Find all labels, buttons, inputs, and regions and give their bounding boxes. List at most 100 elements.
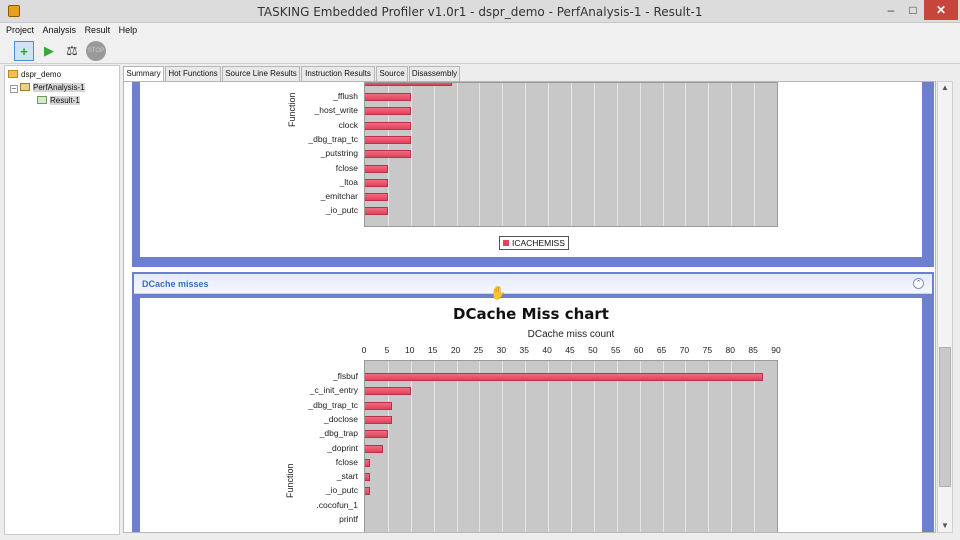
maximize-button[interactable]: □ <box>902 0 924 20</box>
bar[interactable] <box>365 473 370 482</box>
bar[interactable] <box>365 93 411 101</box>
folder-icon <box>8 70 18 78</box>
tick-label: 0 <box>361 345 367 355</box>
bar[interactable] <box>365 458 370 467</box>
gridline <box>640 83 641 226</box>
dcache-section-header[interactable]: DCache misses ⌃ <box>134 274 932 294</box>
menu-project[interactable]: Project <box>0 23 34 35</box>
tab-disassembly[interactable]: Disassembly <box>409 66 460 81</box>
bar[interactable] <box>365 415 392 424</box>
tick-label: 85 <box>748 345 758 355</box>
dcache-xlabel: DCache miss count <box>527 329 615 340</box>
bar[interactable] <box>365 193 388 202</box>
scroll-thumb[interactable] <box>939 347 951 487</box>
tick-label: 30 <box>496 345 507 355</box>
bar[interactable] <box>365 401 392 410</box>
menu-help[interactable]: Help <box>113 23 138 35</box>
tick-label: 50 <box>588 345 598 355</box>
icache-plot-area <box>364 82 778 227</box>
stop-icon[interactable]: STOP <box>86 41 106 61</box>
gridline <box>663 361 664 532</box>
gridline <box>502 83 503 226</box>
icache-legend-label: ICACHEMISS <box>512 238 565 248</box>
vertical-scrollbar[interactable]: ▲ ▼ <box>937 81 953 533</box>
hand-cursor-icon: ✋ <box>490 285 507 300</box>
gridline <box>708 361 709 532</box>
category-label: _flsbuf <box>332 371 358 381</box>
category-label: _ltoa <box>339 176 358 187</box>
gridline <box>640 361 641 532</box>
bar[interactable] <box>365 83 452 86</box>
bar[interactable] <box>365 107 411 116</box>
new-analysis-icon[interactable]: + <box>14 41 34 61</box>
bar[interactable] <box>365 178 388 187</box>
bar[interactable] <box>365 150 411 159</box>
bar[interactable] <box>365 487 370 496</box>
collapse-icon[interactable]: – <box>10 85 18 93</box>
gridline <box>479 361 480 532</box>
tree-item-analysis[interactable]: – PerfAnalysis-1 <box>10 82 85 94</box>
scroll-down-icon[interactable]: ▼ <box>938 520 952 532</box>
run-icon[interactable]: ▶ <box>39 41 59 61</box>
bar[interactable] <box>365 135 411 144</box>
gridline <box>685 361 686 532</box>
minimize-button[interactable]: – <box>880 0 902 20</box>
tick-label: 80 <box>725 345 735 355</box>
compare-icon[interactable]: ⚖ <box>62 41 82 61</box>
collapse-up-icon[interactable]: ⌃ <box>913 278 924 289</box>
bar[interactable] <box>365 444 383 453</box>
tick-label: 35 <box>519 345 529 355</box>
title-bar: TASKING Embedded Profiler v1.0r1 - dspr_… <box>0 0 960 23</box>
summary-content: Function _fflush _host_write clock _dbg_tra… <box>123 81 936 533</box>
tree-analysis-label: PerfAnalysis-1 <box>33 83 85 92</box>
gridline <box>434 361 435 532</box>
tab-summary[interactable]: Summary <box>123 66 164 82</box>
tree-project-label: dspr_demo <box>21 70 62 79</box>
tick-label: 55 <box>611 345 621 355</box>
gridline <box>548 83 549 226</box>
tab-source[interactable]: Source <box>376 66 408 81</box>
tab-hot-functions[interactable]: Hot Functions <box>165 66 221 81</box>
menu-result[interactable]: Result <box>79 23 111 35</box>
tab-instruction-results[interactable]: Instruction Results <box>301 66 375 81</box>
category-label: .cocofun_1 <box>316 499 358 510</box>
dcache-section-title: DCache misses <box>142 279 209 289</box>
gridline <box>754 83 755 226</box>
category-label: _io_putc <box>325 205 358 216</box>
gridline <box>502 361 503 532</box>
bar[interactable] <box>365 164 388 173</box>
scroll-up-icon[interactable]: ▲ <box>938 82 952 94</box>
tree-item-result[interactable]: Result-1 <box>37 95 80 107</box>
bar[interactable] <box>365 387 411 396</box>
gridline <box>708 83 709 226</box>
tick-label: 90 <box>771 345 781 355</box>
close-button[interactable]: ✕ <box>924 0 958 20</box>
tick-label: 25 <box>473 345 484 355</box>
tick-label: 15 <box>427 345 438 355</box>
gridline <box>594 361 595 532</box>
bar[interactable] <box>365 373 763 381</box>
analysis-icon <box>20 83 30 91</box>
gridline <box>594 83 595 226</box>
tab-source-line-results[interactable]: Source Line Results <box>222 66 300 81</box>
icache-legend: ICACHEMISS <box>499 236 569 250</box>
gridline <box>457 361 458 532</box>
tick-label: 20 <box>450 345 461 355</box>
tree-item-project[interactable]: dspr_demo <box>8 69 61 81</box>
category-label: printf <box>339 514 358 524</box>
gridline <box>754 361 755 532</box>
gridline <box>434 83 435 226</box>
menu-analysis[interactable]: Analysis <box>37 23 77 35</box>
category-label: _dbg_trap <box>319 428 358 439</box>
gridline <box>663 83 664 226</box>
tick-label: 45 <box>565 345 575 355</box>
bar[interactable] <box>365 207 388 216</box>
icache-panel: Function _fflush _host_write clock _dbg_tra… <box>140 82 922 257</box>
category-label: fclose <box>335 456 358 467</box>
toolbar: + ▶ ⚖ STOP <box>0 38 960 64</box>
bar[interactable] <box>365 121 411 130</box>
bar[interactable] <box>365 430 388 439</box>
category-label: _putstring <box>320 148 358 159</box>
gridline <box>525 361 526 532</box>
dcache-chart-title: DCache Miss chart <box>453 305 609 323</box>
